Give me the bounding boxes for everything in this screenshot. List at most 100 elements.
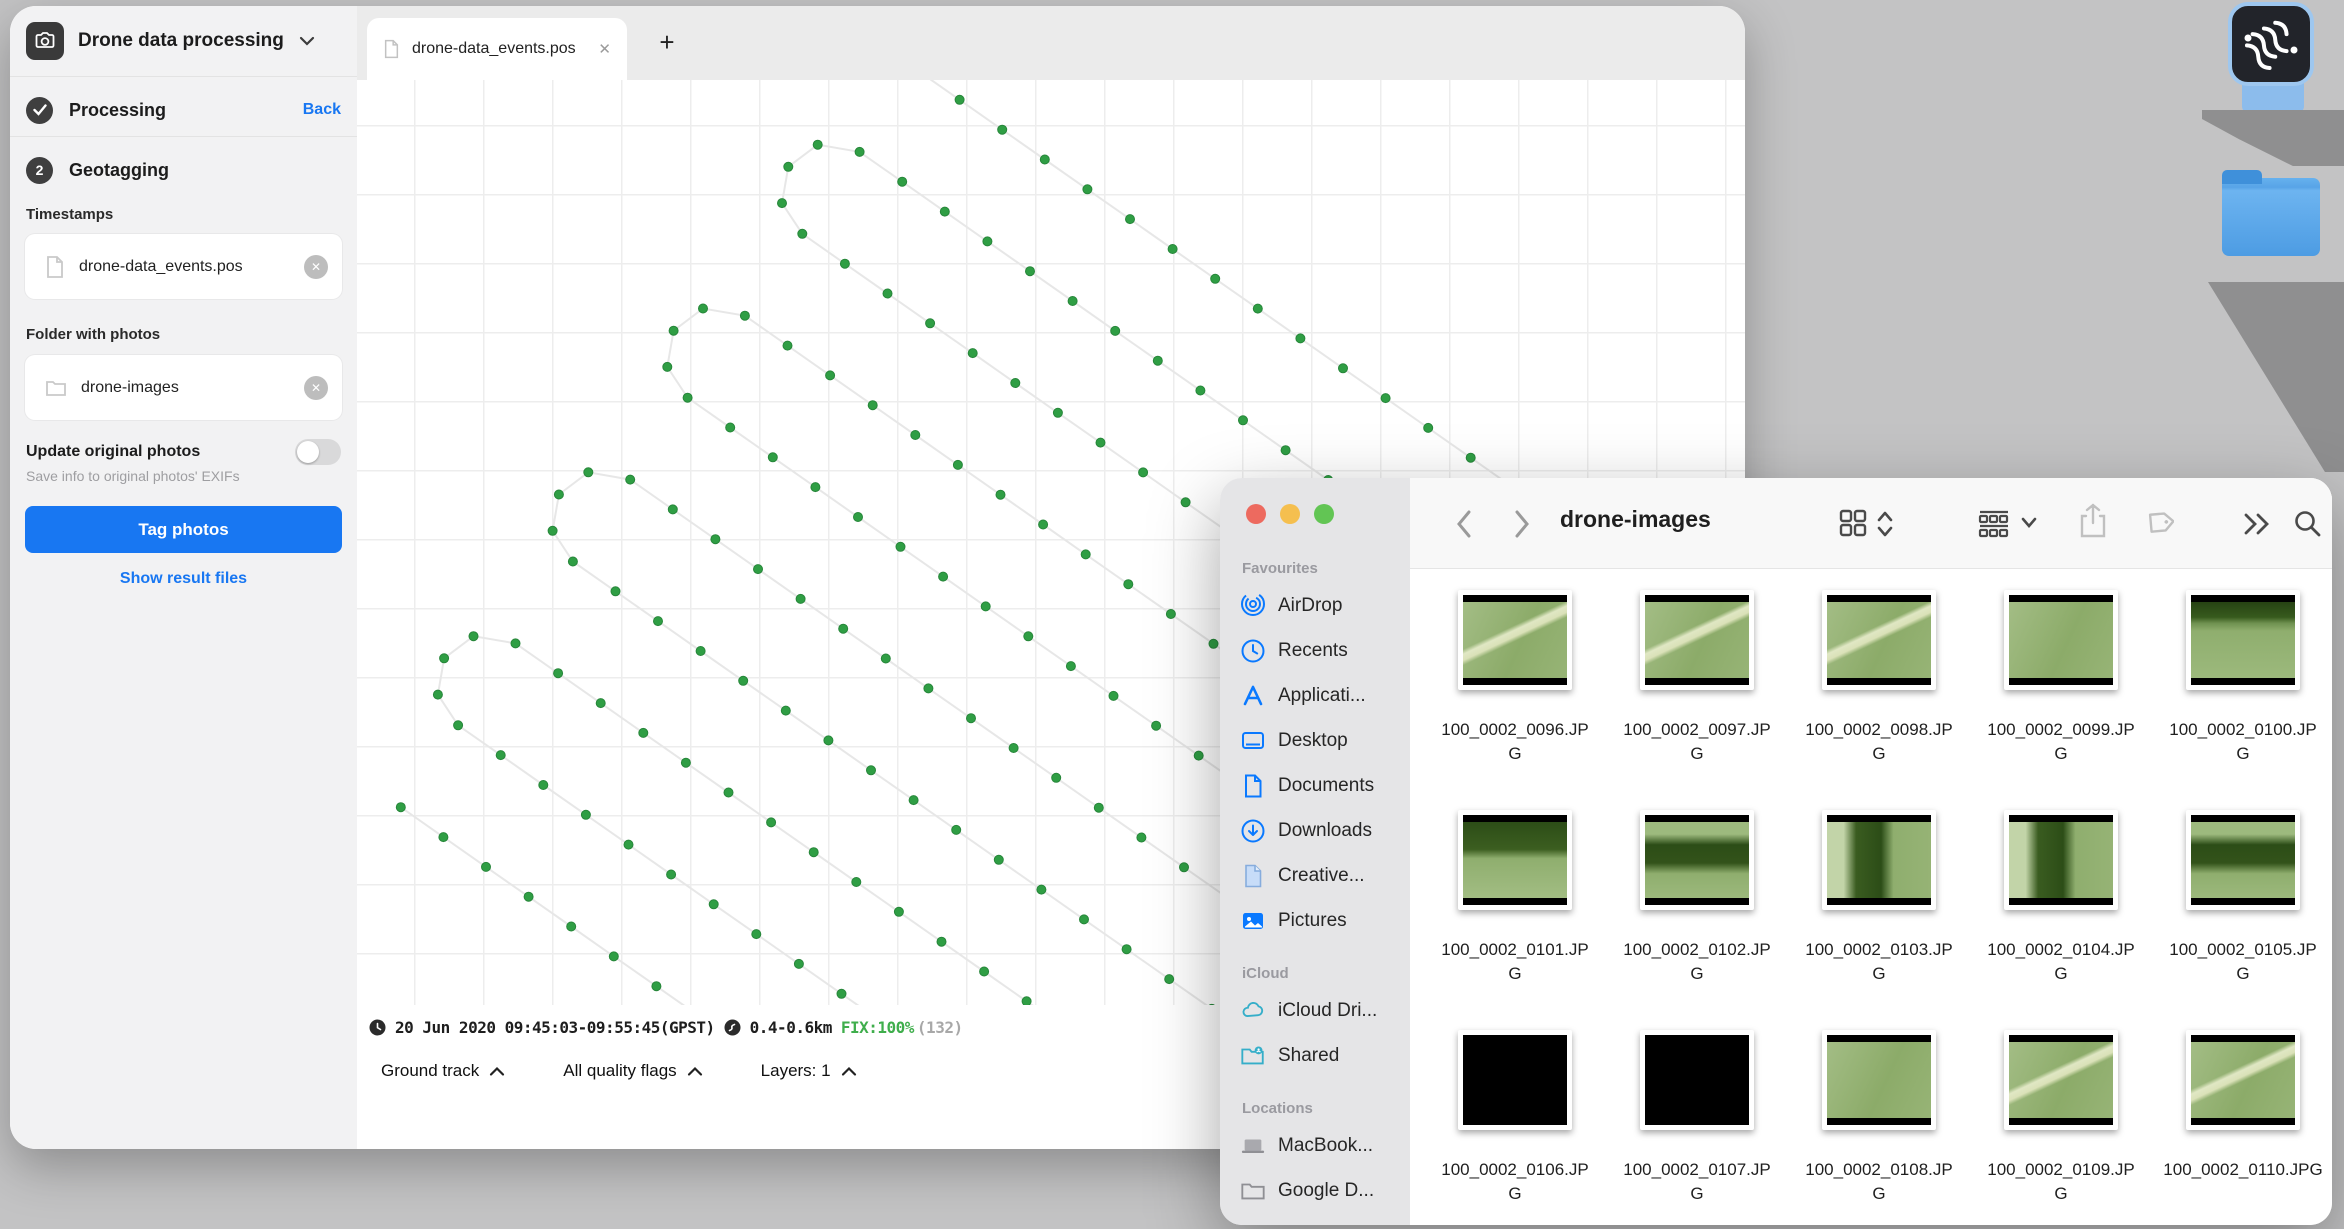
track-point[interactable] [1209,639,1218,648]
file-thumbnail[interactable] [1640,590,1754,690]
sidebar-item-creative[interactable]: Creative... [1220,853,1410,898]
track-point[interactable] [953,460,962,469]
track-point[interactable] [624,840,633,849]
track-point[interactable] [639,728,648,737]
update-photos-toggle[interactable] [295,439,341,465]
track-point[interactable] [681,758,690,767]
track-point[interactable] [1253,304,1262,313]
folder-field[interactable]: drone-images ✕ [25,355,342,420]
track-point[interactable] [937,937,946,946]
track-point[interactable] [1011,379,1020,388]
track-point[interactable] [983,237,992,246]
track-point[interactable] [911,431,920,440]
track-point[interactable] [811,483,820,492]
track-point[interactable] [1081,550,1090,559]
track-point[interactable] [813,140,822,149]
track-point[interactable] [524,892,533,901]
track-point[interactable] [996,490,1005,499]
file-thumbnail[interactable] [1458,1030,1572,1130]
file-thumbnail[interactable] [1458,590,1572,690]
track-point[interactable] [1037,885,1046,894]
track-point[interactable] [1009,744,1018,753]
track-point[interactable] [1181,498,1190,507]
track-point[interactable] [1040,155,1049,164]
plot-control-all-quality-flags[interactable]: All quality flags [563,1061,702,1081]
new-tab-button[interactable]: + [649,24,685,60]
track-point[interactable] [1281,446,1290,455]
track-point[interactable] [967,714,976,723]
track-point[interactable] [981,602,990,611]
track-point[interactable] [581,810,590,819]
track-point[interactable] [469,632,478,641]
back-link[interactable]: Back [303,101,341,119]
plot-control-ground-track[interactable]: Ground track [381,1061,505,1081]
track-point[interactable] [1152,721,1161,730]
track-point[interactable] [855,147,864,156]
track-point[interactable] [881,654,890,663]
track-point[interactable] [626,475,635,484]
track-point[interactable] [768,453,777,462]
clear-timestamps-button[interactable]: ✕ [304,255,328,279]
share-icon[interactable] [2078,502,2108,540]
search-icon[interactable] [2292,508,2322,538]
track-point[interactable] [548,526,557,535]
track-point[interactable] [696,647,705,656]
track-point[interactable] [778,199,787,208]
close-window-button[interactable] [1246,504,1266,524]
file-name[interactable]: 100_0002_0102.JPG [1617,938,1777,986]
file-thumbnail[interactable] [1458,810,1572,910]
track-point[interactable] [894,907,903,916]
track-point[interactable] [924,684,933,693]
track-point[interactable] [482,862,491,871]
file-name[interactable]: 100_0002_0106.JPG [1435,1158,1595,1206]
track-point[interactable] [740,311,749,320]
track-point[interactable] [1165,975,1174,984]
file-name[interactable]: 100_0002_0110.JPG [2163,1158,2323,1182]
file-thumbnail[interactable] [2004,590,2118,690]
track-point[interactable] [1026,267,1035,276]
track-point[interactable] [867,766,876,775]
file-thumbnail[interactable] [1822,1030,1936,1130]
more-toolbar-icon[interactable] [2242,512,2272,536]
sidebar-item-google-d[interactable]: Google D... [1220,1168,1410,1213]
track-point[interactable] [1124,580,1133,589]
track-point[interactable] [783,341,792,350]
track-point[interactable] [896,542,905,551]
file-thumbnail[interactable] [2186,1030,2300,1130]
track-point[interactable] [584,468,593,477]
track-point[interactable] [568,557,577,566]
clear-folder-button[interactable]: ✕ [304,376,328,400]
track-point[interactable] [739,676,748,685]
track-point[interactable] [1052,773,1061,782]
track-point[interactable] [952,825,961,834]
track-point[interactable] [868,401,877,410]
sidebar-item-applicati[interactable]: Applicati... [1220,673,1410,718]
zoom-window-button[interactable] [1314,504,1334,524]
track-point[interactable] [652,982,661,991]
track-point[interactable] [1024,632,1033,641]
track-point[interactable] [840,259,849,268]
track-point[interactable] [1109,691,1118,700]
sidebar-item-downloads[interactable]: Downloads [1220,808,1410,853]
track-point[interactable] [724,788,733,797]
back-icon[interactable] [1454,508,1474,540]
track-point[interactable] [609,952,618,961]
track-point[interactable] [752,930,761,939]
track-point[interactable] [909,796,918,805]
timestamps-field[interactable]: drone-data_events.pos ✕ [25,234,342,299]
tag-icon[interactable] [2142,508,2174,540]
track-point[interactable] [1339,364,1348,373]
track-point[interactable] [1122,945,1131,954]
track-point[interactable] [940,207,949,216]
track-point[interactable] [854,513,863,522]
plot-control-layers-1[interactable]: Layers: 1 [761,1061,857,1081]
file-name[interactable]: 100_0002_0099.JPG [1981,718,2141,766]
track-point[interactable] [396,803,405,812]
show-result-files-link[interactable]: Show result files [10,570,357,588]
chevron-down-icon[interactable] [2020,516,2038,530]
track-point[interactable] [1239,416,1248,425]
track-point[interactable] [754,565,763,574]
track-point[interactable] [1126,215,1135,224]
track-point[interactable] [781,706,790,715]
sidebar-item-icloud-dri[interactable]: iCloud Dri... [1220,988,1410,1033]
